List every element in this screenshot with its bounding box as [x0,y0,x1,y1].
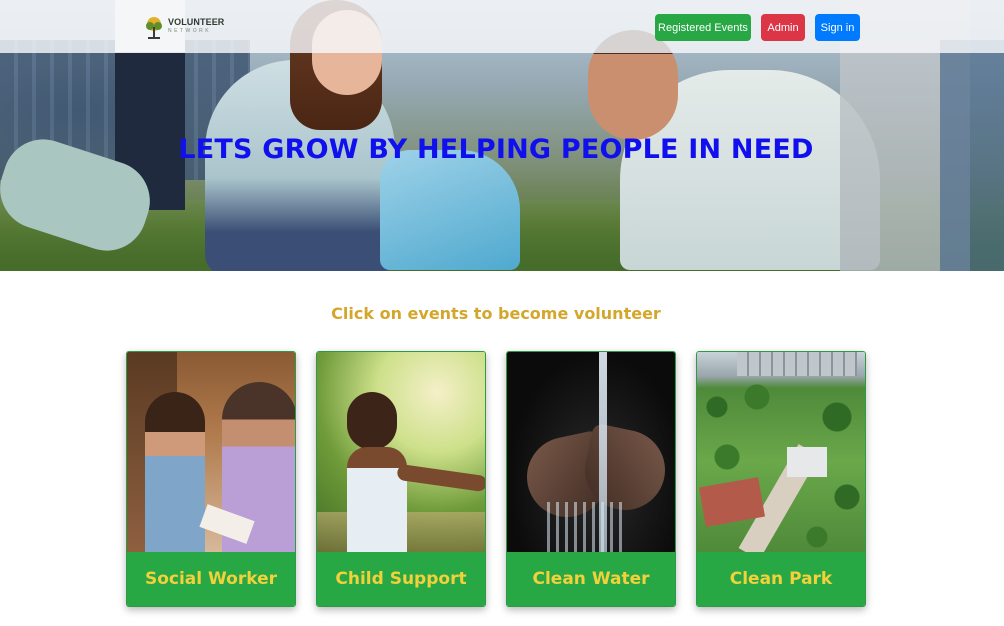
hero-photo-trash-bag [380,150,520,270]
tree-icon [146,17,162,39]
event-image-social-worker [127,352,295,552]
navbar: VOLUNTEER NETWORK Registered Events Admi… [0,0,1004,53]
event-image-child-support [317,352,485,552]
sign-in-button[interactable]: Sign in [815,14,860,41]
admin-button[interactable]: Admin [761,14,805,41]
event-image-clean-park [697,352,865,552]
event-card-label: Child Support [317,552,485,606]
brand-logo[interactable]: VOLUNTEER NETWORK [144,16,234,40]
events-heading: Click on events to become volunteer [331,304,661,323]
hero-title: LETS GROW BY HELPING PEOPLE IN NEED [178,134,814,165]
event-card-child-support[interactable]: Child Support [316,351,486,607]
event-image-clean-water [507,352,675,552]
event-card-clean-park[interactable]: Clean Park [696,351,866,607]
event-card-clean-water[interactable]: Clean Water [506,351,676,607]
registered-events-button[interactable]: Registered Events [655,14,751,41]
brand-name: VOLUNTEER [168,17,225,27]
event-card-label: Clean Park [697,552,865,606]
brand-subtitle: NETWORK [168,28,212,34]
event-card-label: Social Worker [127,552,295,606]
event-card-social-worker[interactable]: Social Worker [126,351,296,607]
event-card-label: Clean Water [507,552,675,606]
